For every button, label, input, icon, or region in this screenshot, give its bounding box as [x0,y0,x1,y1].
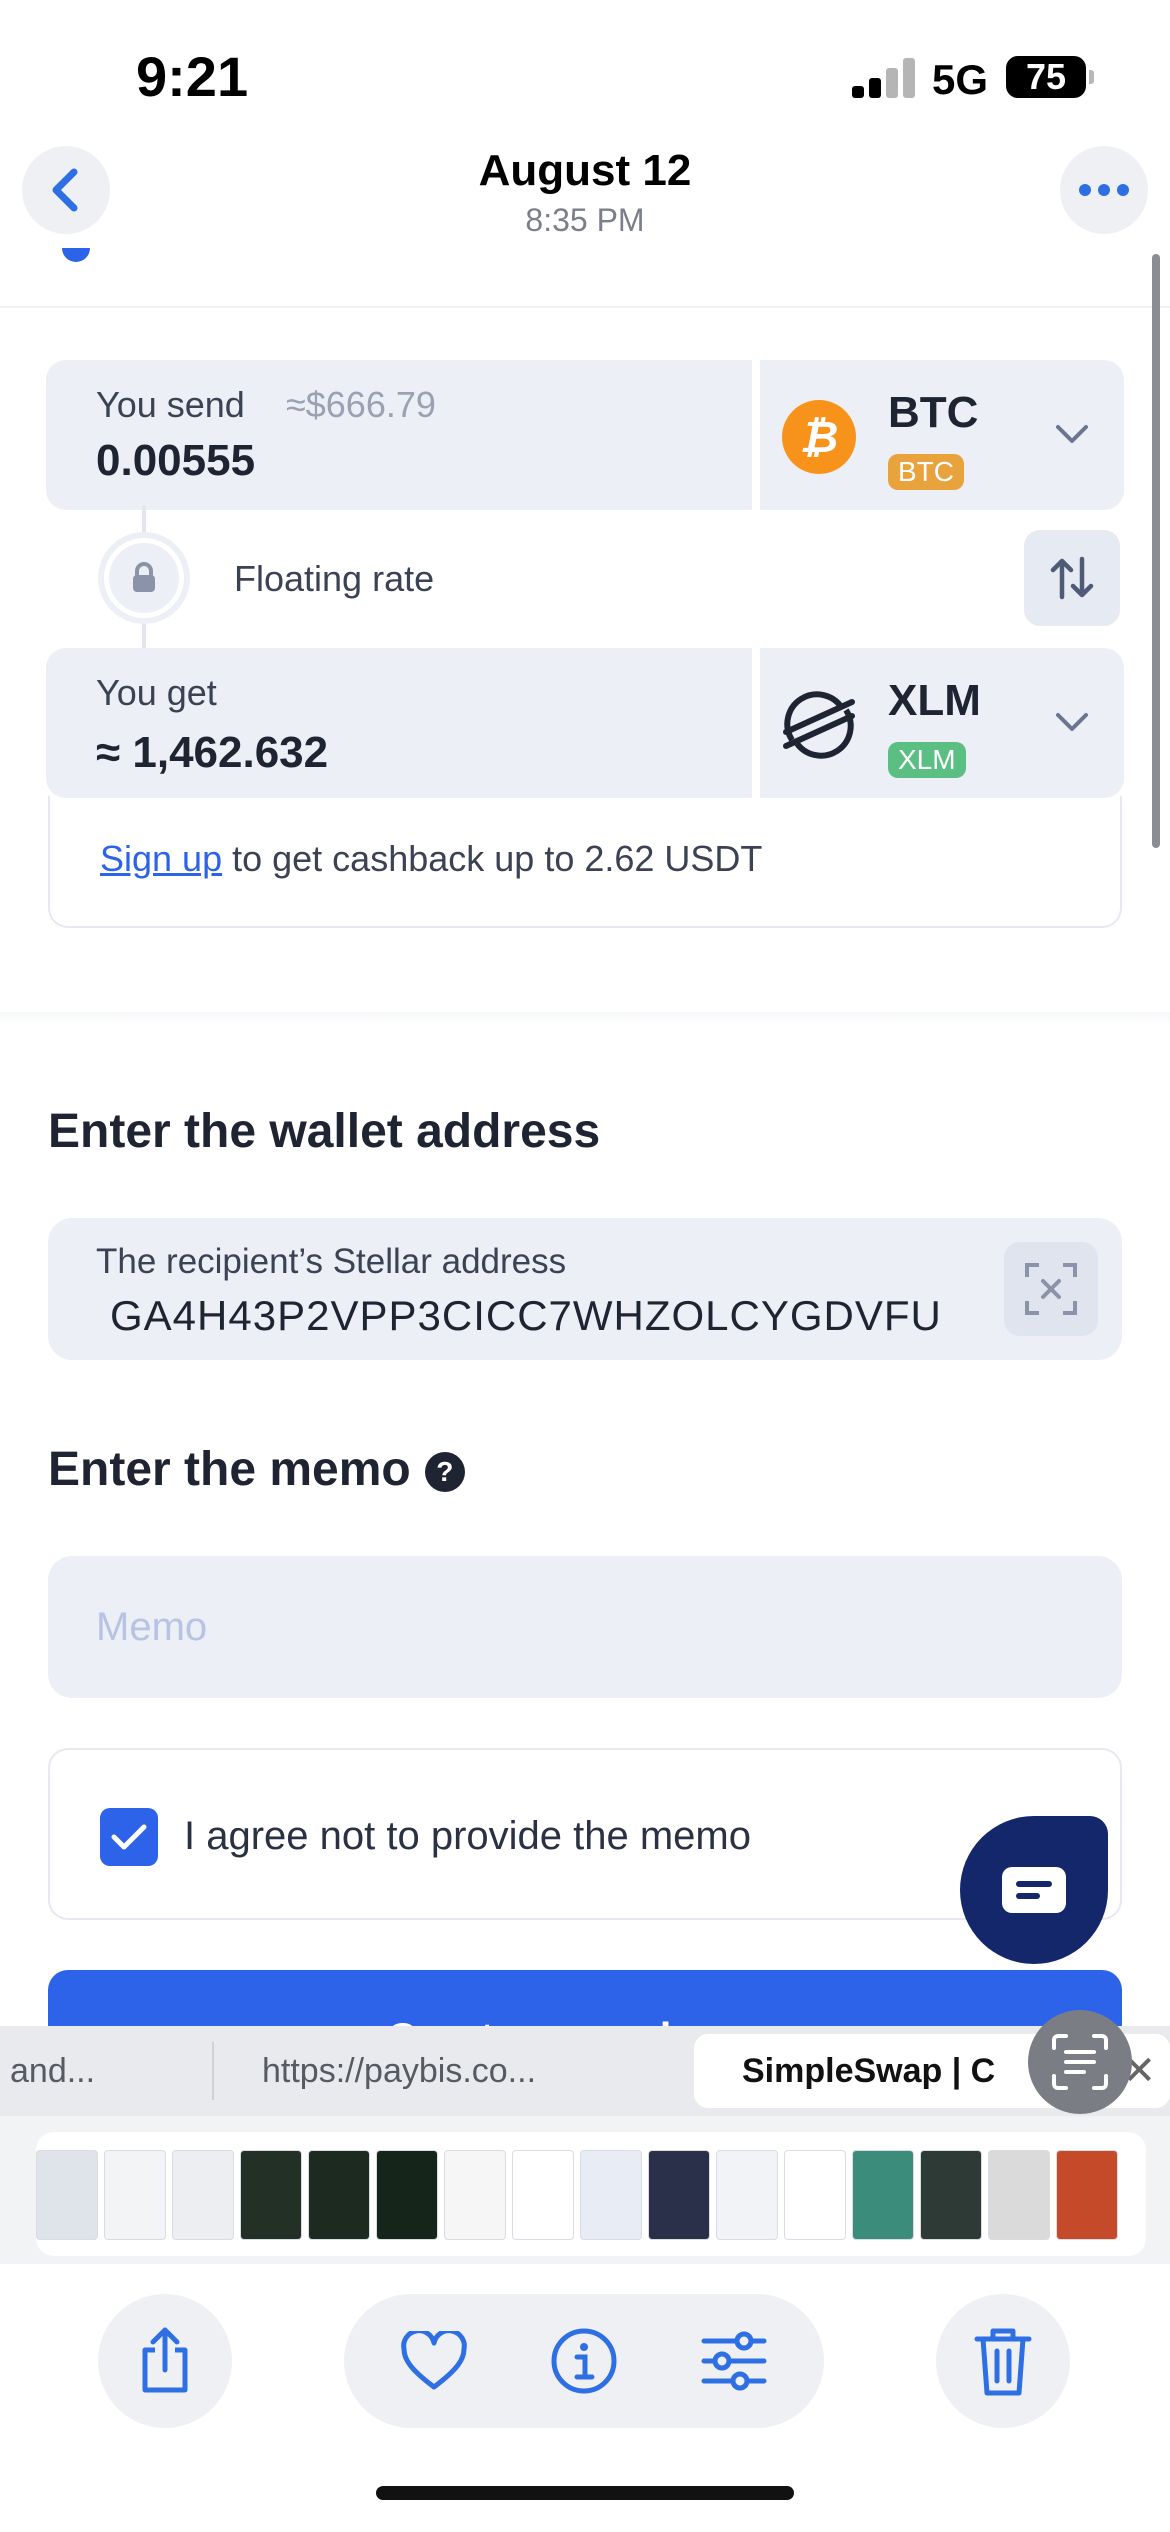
bitcoin-icon: ₿ [782,400,856,474]
photo-thumbnail[interactable] [36,2150,98,2240]
photo-thumbnail[interactable] [444,2150,506,2240]
wallet-section-title: Enter the wallet address [48,1105,601,1158]
header-title: August 12 [478,146,692,195]
send-coin-name: BTC [888,388,979,437]
photo-thumbnail[interactable] [988,2150,1050,2240]
memo-section-title: Enter the memo? [48,1442,465,1497]
delete-button[interactable] [936,2294,1070,2428]
help-icon[interactable]: ? [424,1452,465,1493]
adjust-button[interactable] [694,2321,774,2401]
stellar-icon [783,691,855,759]
wallet-address-field[interactable]: The recipient’s Stellar address GA4H43P2… [48,1218,1122,1360]
more-options-button[interactable] [1060,146,1148,234]
wallet-address-label: The recipient’s Stellar address [96,1242,567,1281]
photo-thumbnail[interactable] [376,2150,438,2240]
send-coin-badge: BTC [888,454,964,490]
lock-icon [133,562,155,592]
wallet-address-value: GA4H43P2VPP3CICC7WHZOLCYGDVFU [110,1292,942,1339]
section-separator [0,1012,1170,1026]
get-row: You get ≈ 1,462.632 XLM XLM [46,648,1124,798]
agree-checkbox[interactable] [100,1808,158,1866]
photo-thumbnail[interactable] [920,2150,982,2240]
photo-thumbnail[interactable] [1056,2150,1118,2240]
cellular-signal-icon [852,58,916,98]
info-icon [551,2328,617,2394]
header-subtitle: 8:35 PM [525,202,645,238]
browser-tab[interactable]: https://paybis.co... [212,2042,682,2100]
info-button[interactable] [544,2321,624,2401]
scrollbar[interactable] [1152,254,1160,848]
memo-input[interactable] [48,1556,1122,1698]
chevron-down-icon [1056,425,1088,443]
divider [0,306,1170,308]
battery-indicator: 75 [1006,56,1094,98]
photo-thumbnail[interactable] [240,2150,302,2240]
send-coin-selector[interactable]: ₿ BTC BTC [760,360,1124,510]
photo-thumbnail[interactable] [580,2150,642,2240]
support-chat-button[interactable] [960,1816,1108,1964]
browser-tab-strip: and... https://paybis.co... SimpleSwap |… [0,2026,1170,2116]
sliders-icon [701,2331,767,2391]
network-type: 5G [932,56,989,103]
photo-thumbnail[interactable] [852,2150,914,2240]
browser-tab-label: SimpleSwap | C [742,2052,996,2090]
send-usd-approx: ≈$666.79 [286,384,436,425]
ellipsis-icon [1079,184,1129,196]
get-amount: ≈ 1,462.632 [96,728,329,777]
photo-thumbnail[interactable] [172,2150,234,2240]
get-coin-selector[interactable]: XLM XLM [760,648,1124,798]
trash-icon [974,2328,1032,2396]
share-button[interactable] [98,2294,232,2428]
chevron-down-icon [1056,713,1088,731]
cashback-text: Sign up to get cashback up to 2.62 USDT [100,838,762,880]
memo-title-text: Enter the memo [48,1443,411,1496]
svg-text:₿: ₿ [800,412,839,463]
send-amount-field[interactable]: You send ≈$666.79 0.00555 [46,360,752,510]
cashback-banner: Sign up to get cashback up to 2.62 USDT [48,796,1122,928]
photo-thumbnail[interactable] [648,2150,710,2240]
get-amount-field: You get ≈ 1,462.632 [46,648,752,798]
favorite-button[interactable] [394,2321,474,2401]
photo-thumbnail[interactable] [104,2150,166,2240]
photo-thumbnail-strip [0,2116,1170,2264]
send-amount: 0.00555 [96,436,256,485]
swap-currencies-button[interactable] [1024,530,1120,626]
send-label: You send [96,384,245,425]
get-label: You get [96,672,217,713]
status-time: 9:21 [136,45,249,108]
thumbnail-scroller[interactable] [36,2132,1146,2256]
checkmark-icon [111,1824,147,1850]
live-text-icon [1052,2034,1108,2090]
photo-thumbnail[interactable] [512,2150,574,2240]
chat-icon [1002,1867,1066,1913]
get-coin-badge: XLM [888,742,966,778]
rate-lock-toggle[interactable] [98,532,190,624]
scan-qr-button[interactable] [1004,1242,1098,1336]
photo-thumbnail[interactable] [308,2150,370,2240]
scan-icon [1025,1263,1077,1315]
photo-thumbnail[interactable] [784,2150,846,2240]
toolbar-actions-group [344,2294,824,2428]
sign-up-link[interactable]: Sign up [100,838,222,879]
agree-label: I agree not to provide the memo [184,1814,751,1858]
rate-label: Floating rate [234,558,435,599]
progress-dot [62,248,90,262]
browser-tab[interactable]: and... [0,2026,200,2116]
photo-thumbnail[interactable] [716,2150,778,2240]
home-indicator[interactable] [376,2486,794,2500]
cashback-message: to get cashback up to 2.62 USDT [222,838,763,879]
swap-arrows-icon [1050,556,1094,600]
get-coin-name: XLM [888,676,981,725]
heart-icon [401,2331,467,2390]
share-icon [142,2327,188,2393]
send-row: You send ≈$666.79 0.00555 ₿ BTC BTC [46,360,1124,510]
live-text-button[interactable] [1028,2010,1132,2114]
